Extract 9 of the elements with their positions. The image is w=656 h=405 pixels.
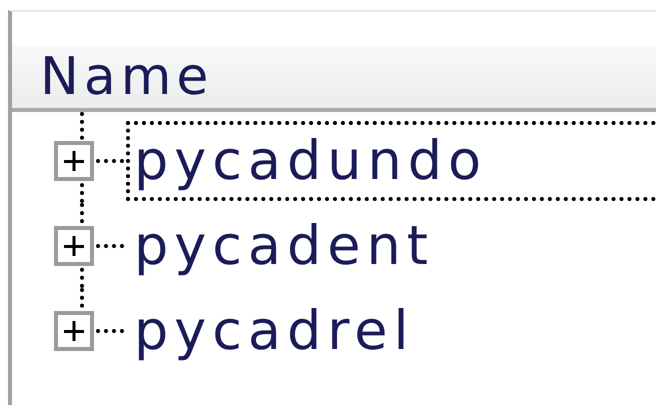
tree-item[interactable]: pycadundo bbox=[126, 120, 656, 200]
expand-button[interactable] bbox=[54, 140, 94, 180]
expand-button[interactable] bbox=[54, 310, 94, 350]
plus-icon bbox=[63, 150, 85, 172]
plus-icon bbox=[63, 234, 85, 256]
plus-icon bbox=[63, 320, 85, 342]
tree-item[interactable]: pycadrel bbox=[126, 290, 656, 370]
tree-item[interactable]: pycadent bbox=[126, 206, 656, 286]
expand-button[interactable] bbox=[54, 226, 94, 266]
